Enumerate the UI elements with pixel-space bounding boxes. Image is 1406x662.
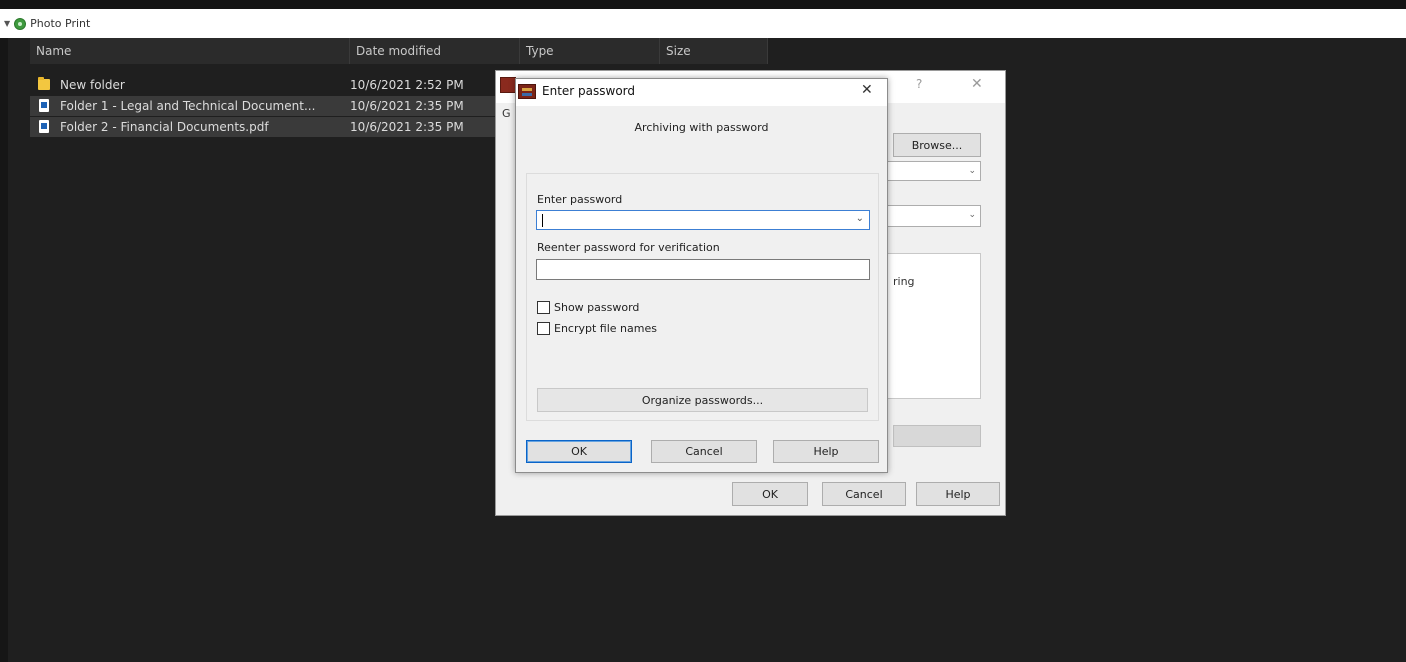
reenter-password-field[interactable] [536, 259, 870, 281]
help-button[interactable]: Help [773, 440, 879, 463]
breadcrumb[interactable]: ▼ Photo Print [0, 9, 1406, 38]
reenter-password-input[interactable] [537, 262, 869, 281]
screen: ▼ Photo Print Name Date modified Type Si… [0, 0, 1406, 662]
archiver-app-icon [518, 84, 536, 99]
archive-help-button[interactable]: Help [916, 482, 1000, 506]
show-password-label[interactable]: Show password [554, 301, 639, 314]
top-strip [0, 0, 1406, 9]
partial-tab-label[interactable]: G [502, 107, 511, 120]
enter-password-label: Enter password [537, 193, 623, 206]
file-row-new-folder[interactable]: New folder 10/6/2021 2:52 PM [30, 75, 464, 95]
close-icon[interactable]: ✕ [971, 76, 983, 92]
archive-ok-button[interactable]: OK [732, 482, 808, 506]
column-header: Name Date modified Type Size [30, 38, 768, 64]
cancel-button[interactable]: Cancel [651, 440, 757, 463]
pdf-icon [39, 120, 49, 133]
enter-password-input[interactable] [537, 213, 869, 232]
file-row-folder-1[interactable]: Folder 1 - Legal and Technical Document.… [30, 96, 500, 116]
navigation-pane-edge [0, 38, 8, 662]
file-date: 10/6/2021 2:35 PM [350, 120, 464, 134]
folder-icon [38, 77, 50, 90]
partial-option-label: ring [893, 275, 915, 288]
file-name: New folder [60, 78, 125, 92]
file-name: Folder 2 - Financial Documents.pdf [60, 120, 269, 134]
close-icon[interactable]: ✕ [861, 82, 873, 98]
enter-password-dialog: Enter password ✕ Archiving with password… [515, 78, 888, 473]
chevron-down-icon: ⌄ [968, 166, 976, 176]
chevron-down-icon[interactable]: ⌄ [856, 213, 864, 224]
file-name: Folder 1 - Legal and Technical Document.… [60, 99, 316, 113]
encrypt-file-names-label[interactable]: Encrypt file names [554, 322, 657, 335]
profile-combo[interactable]: ⌄ [886, 205, 981, 227]
breadcrumb-label[interactable]: Photo Print [30, 17, 90, 30]
file-row-folder-2[interactable]: Folder 2 - Financial Documents.pdf 10/6/… [30, 117, 500, 137]
ok-button[interactable]: OK [526, 440, 632, 463]
dialog-subtitle: Archiving with password [634, 121, 769, 134]
reenter-password-label: Reenter password for verification [537, 241, 720, 254]
pdf-icon [39, 99, 49, 112]
text-caret [542, 214, 543, 227]
archiver-app-icon [500, 77, 516, 93]
archive-name-combo[interactable]: ⌄ [886, 161, 981, 181]
globe-icon [14, 17, 27, 30]
help-icon[interactable]: ? [916, 77, 922, 91]
dialog-title: Enter password [542, 84, 635, 98]
chevron-down-icon: ⌄ [968, 210, 976, 220]
password-dialog-titlebar: Enter password ✕ [516, 79, 887, 106]
set-password-button[interactable] [893, 425, 981, 447]
enter-password-field[interactable]: ⌄ [536, 210, 870, 232]
chevron-down-icon[interactable]: ▼ [4, 19, 10, 28]
column-date-modified[interactable]: Date modified [350, 38, 520, 64]
show-password-checkbox[interactable] [537, 301, 550, 314]
column-size[interactable]: Size [660, 38, 768, 64]
organize-passwords-button[interactable]: Organize passwords... [537, 388, 868, 412]
encrypt-file-names-checkbox[interactable] [537, 322, 550, 335]
file-date: 10/6/2021 2:35 PM [350, 99, 464, 113]
column-type[interactable]: Type [520, 38, 660, 64]
file-date: 10/6/2021 2:52 PM [350, 78, 464, 92]
archive-cancel-button[interactable]: Cancel [822, 482, 906, 506]
column-name[interactable]: Name [30, 38, 350, 64]
browse-button[interactable]: Browse... [893, 133, 981, 157]
